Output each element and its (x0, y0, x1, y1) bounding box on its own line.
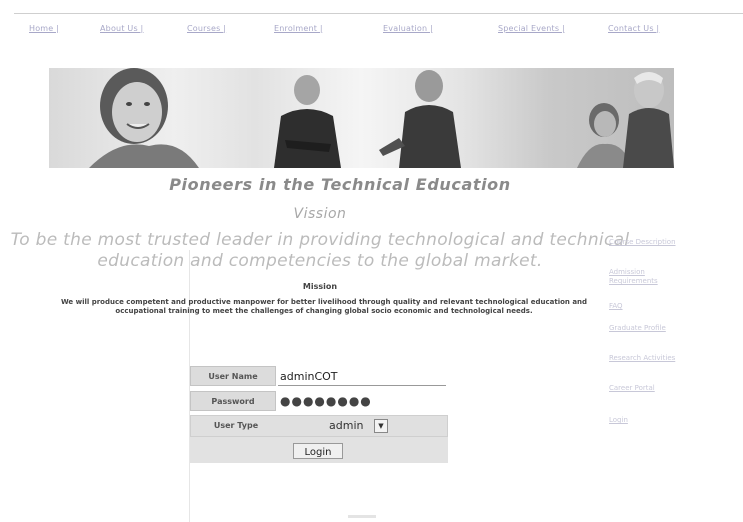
banner-photo-collage (89, 68, 674, 168)
top-divider (14, 13, 743, 14)
username-field[interactable]: adminCOT (278, 366, 446, 386)
sidebar-link-course-description[interactable]: Course Description (609, 238, 679, 247)
sidebar-link-career-portal[interactable]: Career Portal (609, 384, 679, 393)
mission-heading: Mission (302, 282, 338, 291)
password-field[interactable]: ●●●●●●●● (278, 391, 446, 411)
top-navigation: Home | About Us | Courses | Enrolment | … (0, 24, 743, 40)
footer-mark (348, 515, 376, 518)
sidebar-link-faq[interactable]: FAQ (609, 302, 679, 311)
user-type-row: User Type admin ▼ (190, 415, 448, 437)
nav-evaluation[interactable]: Evaluation | (383, 24, 433, 33)
man-presenting-icon (379, 70, 461, 168)
username-label: User Name (190, 366, 276, 386)
sidebar-link-research-activities[interactable]: Research Activities (609, 354, 679, 363)
nav-special-events[interactable]: Special Events | (498, 24, 565, 33)
sidebar-link-graduate-profile[interactable]: Graduate Profile (609, 324, 679, 333)
user-type-select[interactable]: admin (329, 416, 369, 436)
nav-about-us[interactable]: About Us | (100, 24, 143, 33)
businessman-arms-crossed-icon (274, 75, 341, 168)
password-label: Password (190, 391, 276, 411)
login-button[interactable]: Login (293, 443, 343, 459)
sidebar-link-login[interactable]: Login (609, 416, 679, 425)
site-tagline: Pioneers in the Technical Education (169, 175, 511, 194)
mission-statement: We will produce competent and productive… (60, 298, 588, 315)
vision-statement: To be the most trusted leader in providi… (10, 230, 630, 271)
senior-businessman-icon (623, 72, 674, 168)
smiling-woman-headset-icon (89, 68, 199, 168)
nav-contact-us[interactable]: Contact Us | (608, 24, 659, 33)
login-button-row: Login (190, 437, 448, 463)
nav-enrolment[interactable]: Enrolment | (274, 24, 323, 33)
chevron-down-icon[interactable]: ▼ (374, 419, 388, 433)
user-type-label: User Type (213, 421, 259, 430)
nav-courses[interactable]: Courses | (187, 24, 226, 33)
sidebar-link-admission-requirements[interactable]: Admission Requirements (609, 268, 679, 286)
nav-home[interactable]: Home | (29, 24, 59, 33)
vision-heading: Vission (293, 206, 347, 222)
header-banner (49, 68, 674, 168)
